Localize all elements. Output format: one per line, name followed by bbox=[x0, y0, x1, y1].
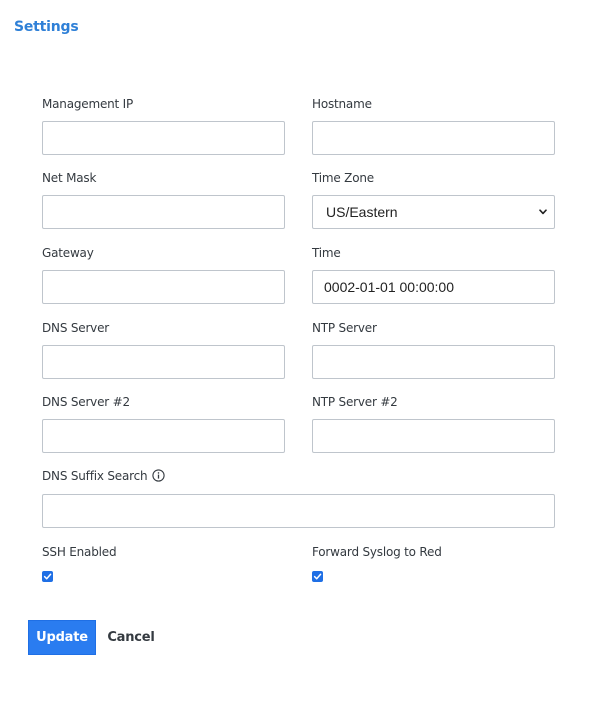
chevron-down-icon bbox=[539, 209, 547, 215]
checkmark-icon bbox=[313, 573, 322, 580]
time-zone-select[interactable]: US/Eastern bbox=[312, 195, 555, 229]
dns-suffix-search-label: DNS Suffix Search bbox=[42, 469, 148, 483]
gateway-input[interactable] bbox=[42, 270, 285, 304]
ntp-server-2-input[interactable] bbox=[312, 419, 555, 453]
management-ip-label: Management IP bbox=[42, 97, 134, 111]
time-label: Time bbox=[312, 246, 341, 260]
ssh-enabled-checkbox[interactable] bbox=[42, 571, 53, 582]
dns-server-input[interactable] bbox=[42, 345, 285, 379]
net-mask-label: Net Mask bbox=[42, 171, 97, 185]
settings-page: Settings Management IP Hostname Net Mask… bbox=[0, 0, 612, 717]
time-zone-label: Time Zone bbox=[312, 171, 374, 185]
dns-server-2-input[interactable] bbox=[42, 419, 285, 453]
net-mask-input[interactable] bbox=[42, 195, 285, 229]
info-icon[interactable] bbox=[152, 469, 166, 482]
update-button[interactable]: Update bbox=[28, 620, 96, 655]
management-ip-input[interactable] bbox=[42, 121, 285, 155]
time-zone-selected-value: US/Eastern bbox=[326, 204, 398, 220]
time-input[interactable] bbox=[312, 270, 555, 304]
dns-server-label: DNS Server bbox=[42, 321, 110, 335]
cancel-button[interactable]: Cancel bbox=[100, 620, 162, 655]
dns-suffix-search-input[interactable] bbox=[42, 494, 555, 528]
dns-suffix-search-label-row: DNS Suffix Search bbox=[42, 469, 166, 483]
hostname-label: Hostname bbox=[312, 97, 372, 111]
ntp-server-label: NTP Server bbox=[312, 321, 377, 335]
dns-server-2-label: DNS Server #2 bbox=[42, 395, 130, 409]
hostname-input[interactable] bbox=[312, 121, 555, 155]
forward-syslog-label: Forward Syslog to Red bbox=[312, 545, 442, 559]
forward-syslog-checkbox[interactable] bbox=[312, 571, 323, 582]
ssh-enabled-label: SSH Enabled bbox=[42, 545, 117, 559]
ntp-server-input[interactable] bbox=[312, 345, 555, 379]
checkmark-icon bbox=[43, 573, 52, 580]
page-title: Settings bbox=[14, 19, 79, 35]
gateway-label: Gateway bbox=[42, 246, 94, 260]
ntp-server-2-label: NTP Server #2 bbox=[312, 395, 398, 409]
